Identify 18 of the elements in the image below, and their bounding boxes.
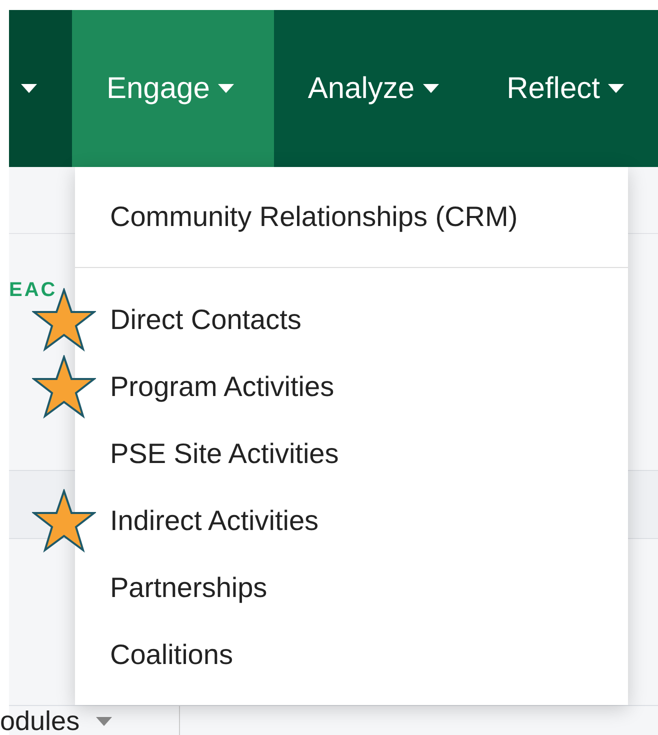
caret-icon <box>608 84 624 93</box>
menu-item[interactable]: Partnerships <box>110 572 268 604</box>
nav-menu[interactable]: Engage <box>72 10 274 167</box>
nav-menu[interactable] <box>9 10 72 167</box>
nav-menu[interactable]: Analyze <box>274 10 473 167</box>
caret-icon <box>218 84 234 93</box>
menu-item[interactable]: Indirect Activities <box>110 504 319 536</box>
menu-item[interactable]: Program Activities <box>110 370 334 402</box>
section-label: EAC <box>9 279 58 302</box>
caret-icon <box>422 84 439 93</box>
caret-icon <box>96 716 112 726</box>
menu-item[interactable]: Community Relationships (CRM) <box>75 167 628 267</box>
menu-item[interactable]: PSE Site Activities <box>110 438 339 470</box>
modules-dropdown[interactable]: odules <box>0 706 180 735</box>
menu-item[interactable]: Direct Contacts <box>110 304 302 336</box>
nav-menu[interactable]: Reflect <box>472 10 658 167</box>
menu-item[interactable]: Coalitions <box>110 638 233 670</box>
caret-icon <box>21 84 37 93</box>
